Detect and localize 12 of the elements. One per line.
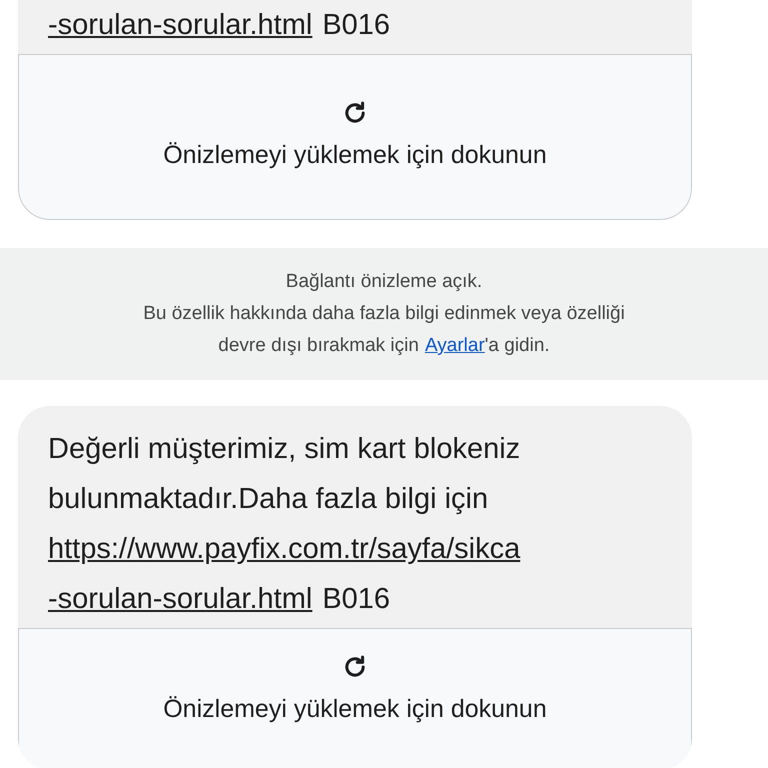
notice-text: 'a gidin. bbox=[484, 334, 550, 358]
preview-load-button[interactable]: Önizlemeyi yüklemek için dokunun bbox=[18, 628, 692, 768]
preview-load-button[interactable]: Önizlemeyi yüklemek için dokunun bbox=[18, 54, 692, 220]
message-link[interactable]: -sorulan-sorular.html bbox=[48, 574, 312, 624]
message-code: B016 bbox=[322, 582, 390, 617]
message-link[interactable]: -sorulan-sorular.html bbox=[48, 0, 312, 50]
notice-text: Bu özellik hakkında daha fazla bilgi edinmek veya özelliği bbox=[143, 302, 625, 326]
message-link[interactable]: https://www.payfix.com.tr/sayfa/sikca bbox=[48, 524, 520, 574]
message-code: B016 bbox=[322, 8, 390, 43]
settings-link[interactable]: Ayarlar bbox=[424, 330, 485, 362]
notice-title: Bağlantı önizleme açık. bbox=[286, 270, 482, 294]
notice-text: devre dışı bırakmak için bbox=[218, 334, 419, 358]
